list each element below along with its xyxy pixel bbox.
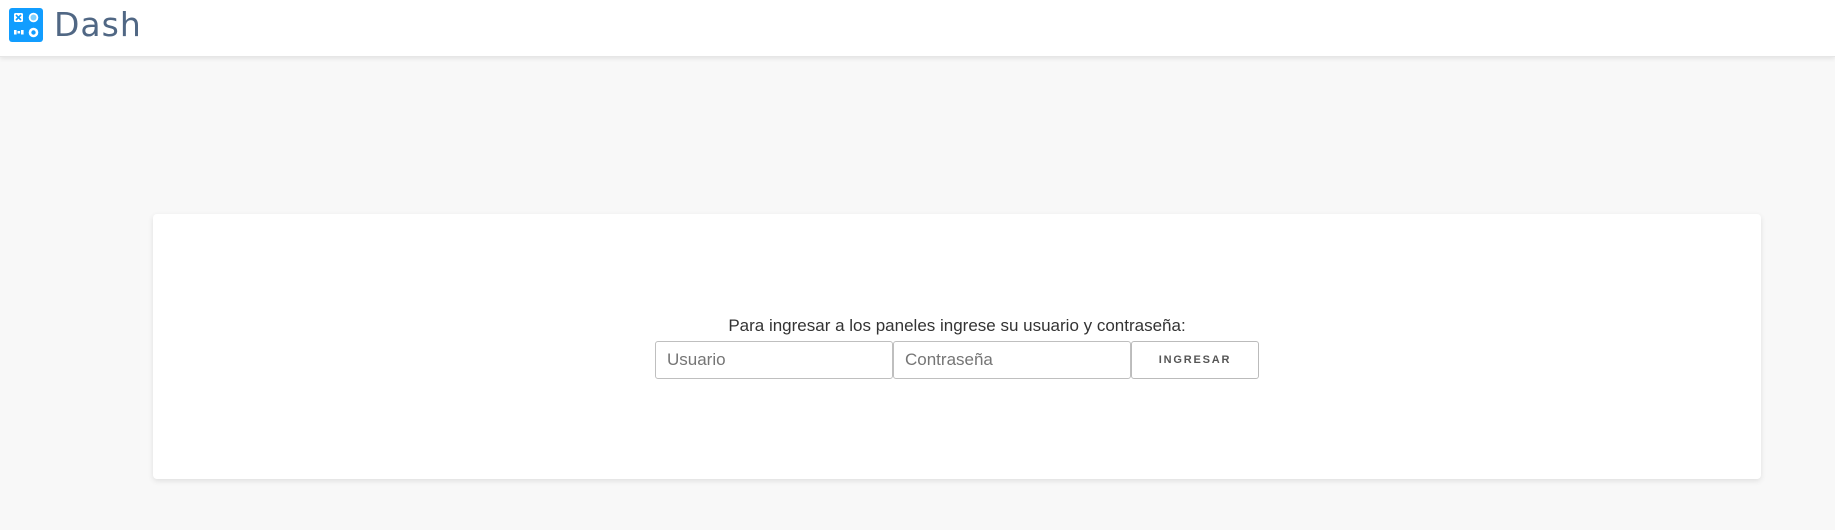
login-button[interactable]: INGRESAR [1131,341,1259,379]
password-input[interactable] [893,341,1131,379]
brand-name: Dash [54,5,142,44]
brand[interactable]: Dash [9,7,142,43]
login-card: Para ingresar a los paneles ingrese su u… [153,214,1761,479]
username-input[interactable] [655,341,893,379]
login-prompt: Para ingresar a los paneles ingrese su u… [728,316,1186,335]
login-form: INGRESAR [655,341,1259,379]
top-navbar: Dash [0,0,1835,57]
dash-logo-icon [9,8,43,42]
